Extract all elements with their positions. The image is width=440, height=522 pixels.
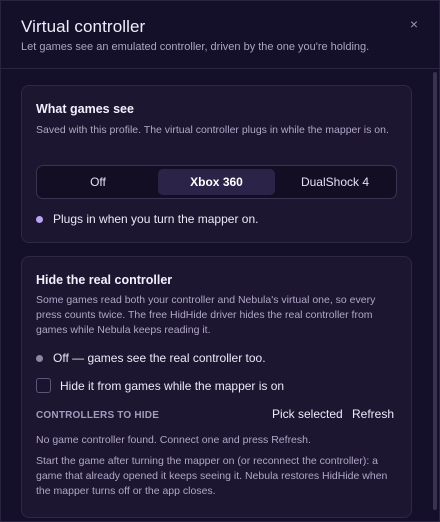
virtual-status-text: Plugs in when you turn the mapper on. [53, 212, 259, 226]
what-games-see-card: What games see Saved with this profile. … [21, 85, 412, 243]
hidhide-status-text: Off — games see the real controller too. [53, 351, 266, 365]
controllers-to-hide-label: CONTROLLERS TO HIDE [36, 410, 160, 421]
hidhide-status: Off — games see the real controller too. [36, 351, 266, 365]
option-off-button[interactable]: Off [40, 169, 156, 195]
what-games-see-description: Saved with this profile. The virtual con… [36, 124, 389, 136]
hide-controller-checkbox[interactable] [36, 378, 51, 393]
status-dot-icon [36, 215, 43, 223]
what-games-see-title: What games see [36, 102, 134, 116]
hide-real-controller-title: Hide the real controller [36, 273, 173, 287]
controller-type-segmented-control: Off Xbox 360 DualShock 4 [36, 165, 397, 199]
dialog-scrollbar[interactable] [431, 70, 439, 522]
virtual-status: Plugs in when you turn the mapper on. [36, 212, 258, 226]
virtual-controller-dialog: Virtual controller Let games see an emul… [0, 0, 440, 522]
close-icon[interactable]: × [405, 15, 423, 33]
no-controller-message: No game controller found. Connect one an… [36, 434, 311, 446]
option-dualshock-4-button[interactable]: DualShock 4 [277, 169, 393, 195]
hide-real-controller-description: Some games read both your controller and… [36, 294, 376, 336]
dialog-body: What games see Saved with this profile. … [1, 70, 431, 522]
hide-controller-label: Hide it from games while the mapper is o… [60, 378, 285, 393]
pick-selected-button[interactable]: Pick selected [272, 407, 343, 421]
refresh-button[interactable]: Refresh [352, 407, 394, 421]
dialog-subtitle: Let games see an emulated controller, dr… [21, 41, 370, 53]
hidhide-footnote: Start the game after turning the mapper … [36, 455, 388, 497]
option-xbox-360-button[interactable]: Xbox 360 [158, 169, 275, 195]
dialog-title: Virtual controller [21, 17, 146, 36]
status-dot-icon [36, 354, 43, 362]
scrollbar-thumb[interactable] [433, 72, 437, 510]
dialog-header: Virtual controller Let games see an emul… [1, 1, 439, 69]
hide-controller-toggle[interactable]: Hide it from games while the mapper is o… [36, 378, 284, 393]
hide-real-controller-card: Hide the real controller Some games read… [21, 256, 412, 518]
